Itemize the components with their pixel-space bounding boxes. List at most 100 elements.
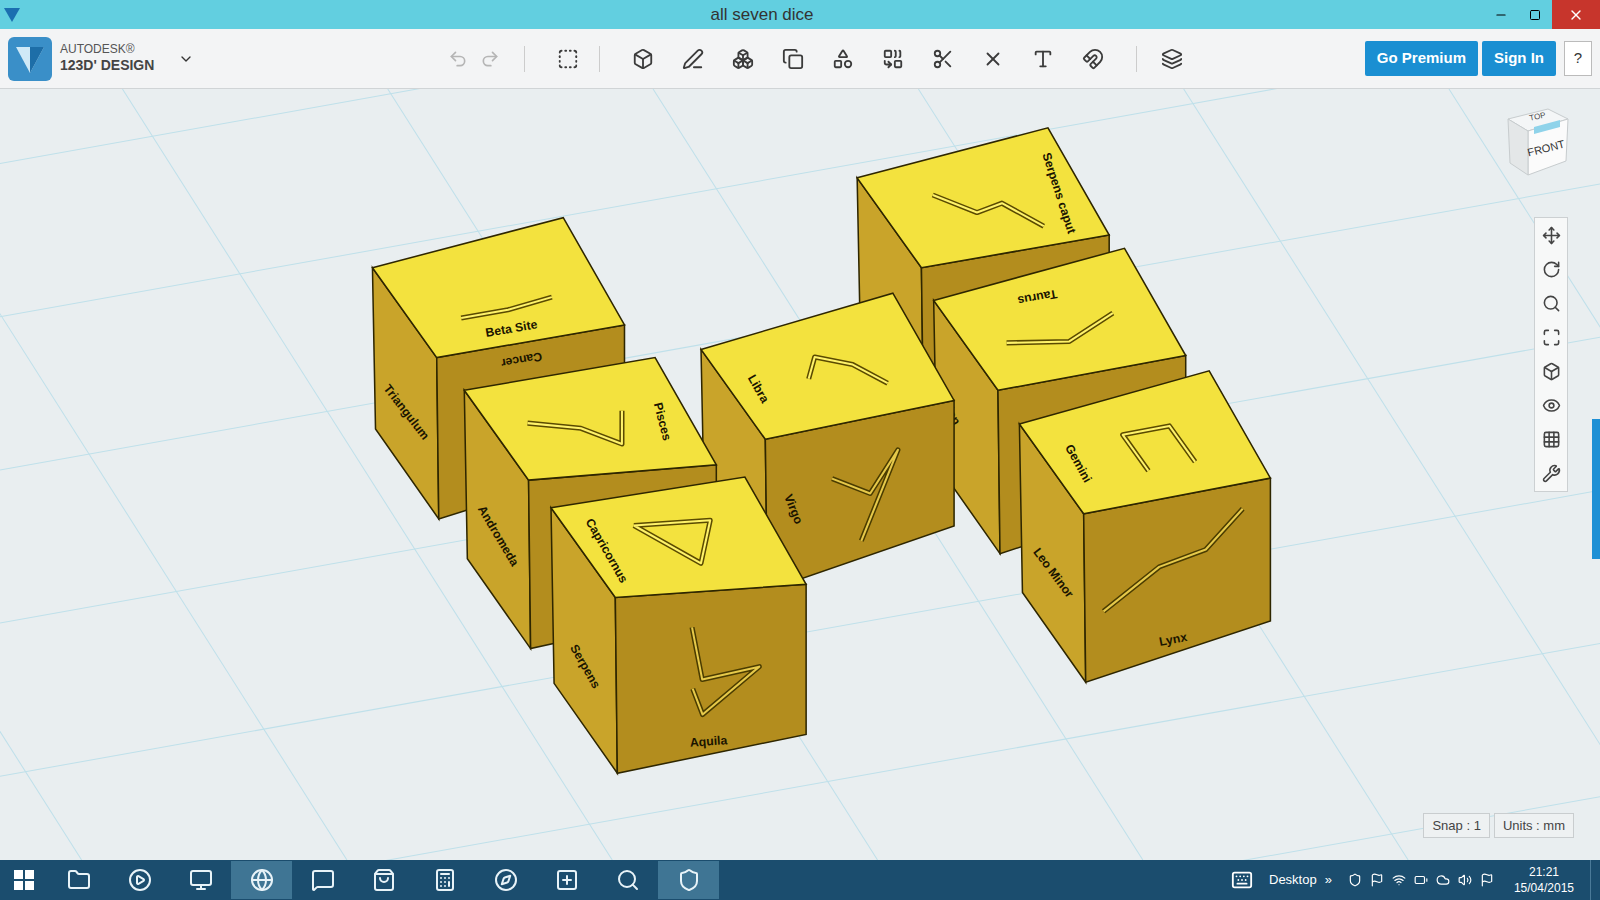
view-cube-top[interactable]: TOP [1529, 110, 1547, 122]
app-icon [189, 868, 213, 892]
taskbar-app[interactable] [597, 861, 658, 899]
product-label: 123D' DESIGN [60, 57, 154, 75]
tray-icon[interactable] [1370, 873, 1384, 887]
die-front-label: Aquila [689, 733, 727, 750]
app-icon [372, 868, 396, 892]
tray-icon[interactable] [1414, 873, 1428, 887]
start-button[interactable] [0, 870, 48, 890]
tool-icon[interactable] [882, 48, 904, 70]
die-top-label: Libra [745, 372, 772, 405]
taskbar-app[interactable] [292, 861, 353, 899]
clock[interactable]: 21:2115/04/2015 [1514, 864, 1574, 896]
taskbar-app[interactable] [109, 861, 170, 899]
constellation-icon [692, 627, 759, 714]
tool-icon[interactable] [982, 48, 1004, 70]
undo-icon[interactable] [448, 49, 468, 69]
die-front-label: Cancer [500, 349, 543, 370]
view-cube-front[interactable]: FRONT [1526, 138, 1566, 159]
die[interactable]: GeminiLynxLeo Minor [1019, 371, 1270, 682]
desktop-toolbar[interactable]: Desktop [1269, 870, 1317, 890]
app-window: all seven dice AUTODESK®123D' DESIGN Go Pr… [0, 0, 1600, 900]
app-icon [616, 868, 640, 892]
minimize-icon [1494, 8, 1508, 22]
app-icon [555, 868, 579, 892]
constellation-icon [1007, 313, 1113, 343]
layers-icon[interactable] [1161, 48, 1183, 70]
restore-icon [1529, 9, 1541, 21]
nav-icon[interactable] [1542, 396, 1561, 415]
snap-status[interactable]: Snap : 1 [1423, 813, 1489, 839]
die[interactable]: Capricornus Aquila Serpens [551, 477, 806, 773]
tool-icon[interactable] [932, 48, 954, 70]
taskbar-app[interactable] [536, 861, 597, 899]
main-toolbar: AUTODESK®123D' DESIGN Go PremiumSign In? [0, 29, 1600, 89]
tray-icon[interactable] [1392, 873, 1406, 887]
taskbar-app[interactable] [475, 861, 536, 899]
die-front-label: Virgo [781, 492, 805, 526]
tool-icon[interactable] [1082, 48, 1104, 70]
vendor-label: AUTODESK® [60, 42, 154, 57]
taskbar-app[interactable] [48, 861, 109, 899]
logo-icon [8, 37, 52, 81]
view-cube[interactable]: TOP FRONT [1504, 105, 1572, 181]
tool-icon[interactable] [682, 48, 704, 70]
viewport[interactable]: Serpens caputBeta SiteCancerTriangulumTa… [0, 89, 1600, 860]
scene[interactable]: Serpens caputBeta SiteCancerTriangulumTa… [0, 89, 1600, 860]
die-top-label: Pisces [651, 401, 674, 442]
chevron-icon[interactable] [178, 51, 194, 67]
tray-icon[interactable] [1458, 873, 1472, 887]
close-button[interactable] [1552, 0, 1600, 29]
tool-icon[interactable] [1032, 48, 1054, 70]
overflow-button[interactable]: » [1325, 870, 1332, 890]
constellation-icon [634, 520, 710, 563]
die-top-label: Beta Site [484, 317, 538, 340]
app-icon [4, 8, 20, 22]
redo-icon[interactable] [480, 49, 500, 69]
constellation-icon [461, 297, 552, 318]
constellation-icon [1123, 426, 1195, 471]
title-bar: all seven dice [0, 0, 1600, 29]
taskbar-app[interactable] [353, 861, 414, 899]
taskbar-app[interactable] [231, 861, 292, 899]
tray-icon[interactable] [1436, 873, 1450, 887]
constellation-icon [933, 195, 1044, 226]
constellation-icon [528, 411, 622, 444]
keyboard-icon[interactable] [1231, 869, 1253, 891]
die-top-label: Capricornus [583, 516, 631, 586]
constellation-icon [1104, 509, 1243, 612]
taskbar-app[interactable] [170, 861, 231, 899]
windows-icon [14, 870, 34, 890]
nav-icon[interactable] [1542, 260, 1561, 279]
tool-icon[interactable] [782, 48, 804, 70]
die-left-label: Serpens [567, 642, 603, 691]
nav-icon[interactable] [1542, 362, 1561, 381]
nav-icon[interactable] [1542, 464, 1561, 483]
units-status[interactable]: Units : mm [1494, 813, 1574, 839]
close-icon [1568, 7, 1584, 23]
help-button[interactable]: ? [1564, 41, 1592, 76]
app-menu[interactable]: AUTODESK®123D' DESIGN [8, 37, 448, 81]
nav-icon[interactable] [1542, 226, 1561, 245]
taskbar-app[interactable] [414, 861, 475, 899]
tool-icon[interactable] [557, 48, 579, 70]
nav-icon[interactable] [1542, 430, 1561, 449]
tool-icon[interactable] [832, 48, 854, 70]
side-panel-tab[interactable] [1592, 419, 1600, 559]
nav-icon[interactable] [1542, 294, 1561, 313]
restore-button[interactable] [1518, 0, 1552, 29]
app-icon [128, 868, 152, 892]
constellation-icon [809, 357, 888, 383]
tray-icon[interactable] [1480, 873, 1494, 887]
tool-icon[interactable] [732, 48, 754, 70]
app-icon [67, 868, 91, 892]
nav-icon[interactable] [1542, 328, 1561, 347]
account-button[interactable]: Sign In [1482, 41, 1556, 76]
tool-icon[interactable] [632, 48, 654, 70]
taskbar-app[interactable] [658, 861, 719, 899]
account-button[interactable]: Go Premium [1365, 41, 1478, 76]
constellation-icon [832, 450, 898, 541]
minimize-button[interactable] [1484, 0, 1518, 29]
die-left-label: Leo Minor [1030, 545, 1076, 600]
tray-icon[interactable] [1348, 873, 1362, 887]
die-top-label: Serpens caput [1039, 151, 1078, 236]
